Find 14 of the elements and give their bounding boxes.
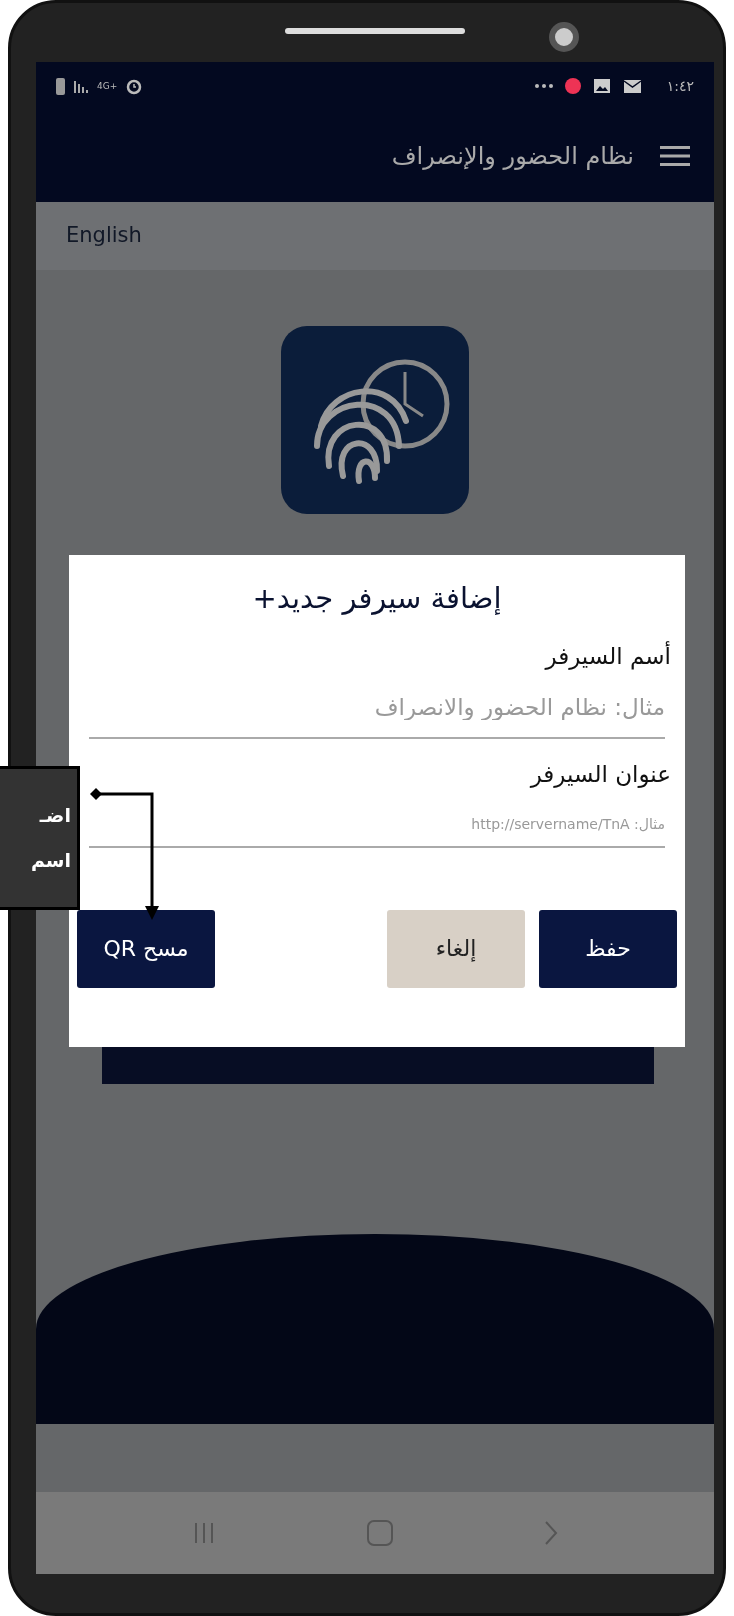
action-button[interactable]: حفظ — [539, 909, 677, 988]
action-button[interactable]: مسح QR — [77, 909, 215, 988]
field-label: عنوان السيرفر — [528, 760, 671, 790]
field-label: أسم السيرفر — [543, 640, 671, 672]
callout-text: اسم — [30, 851, 71, 870]
input-field[interactable]: مثال: نظام الحضور والانصراف — [89, 677, 665, 739]
clock-time: ١:٤٢ — [666, 76, 694, 96]
app-title: نظام الحضور والإنصراف — [391, 141, 634, 172]
dialog-title: إضافة سيرفر جديد+ — [251, 580, 503, 617]
cancel-button[interactable]: إلغاء — [387, 909, 525, 988]
callout-text: اضـ — [39, 806, 71, 825]
network-type: 4G+ — [97, 81, 118, 91]
input-field[interactable]: مثال: http://servername/TnA — [89, 801, 665, 848]
language-link[interactable]: English — [66, 220, 142, 252]
